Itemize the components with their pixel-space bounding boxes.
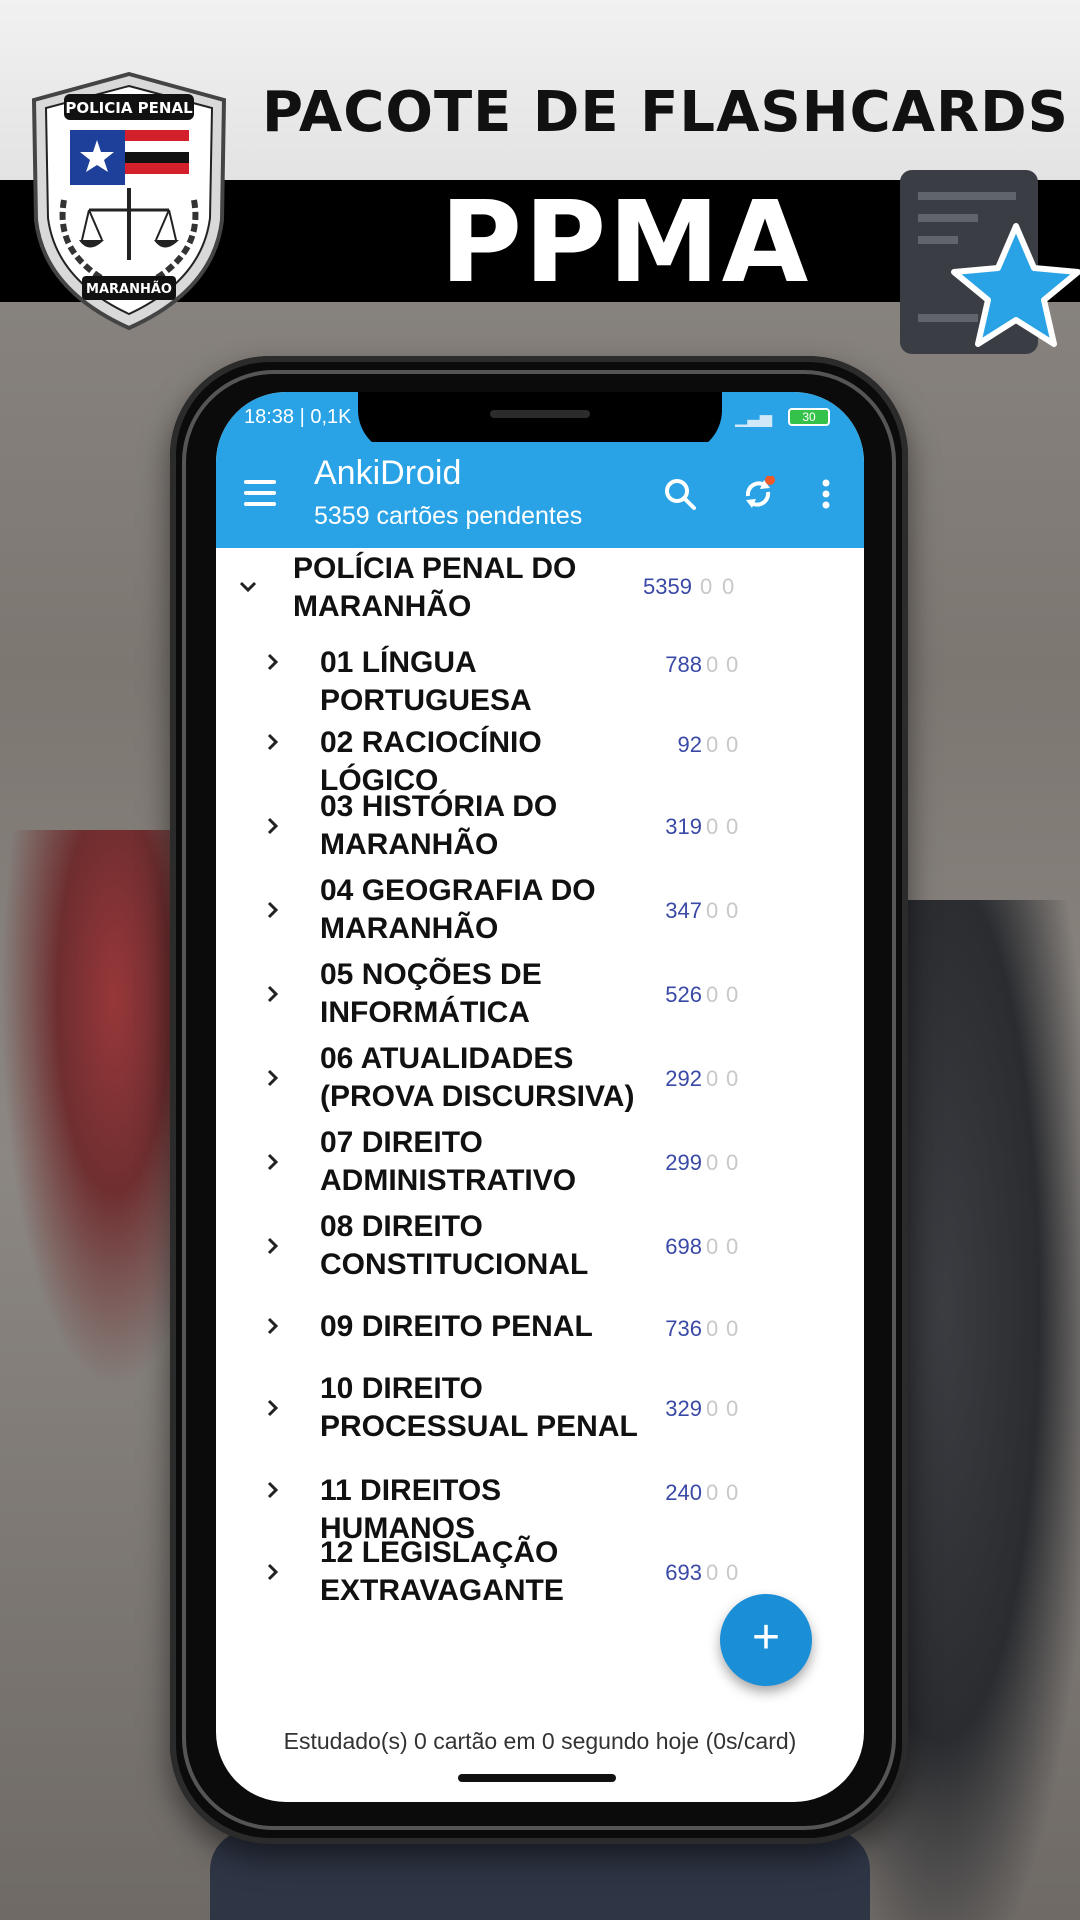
chevron-right-icon[interactable] xyxy=(260,730,284,754)
deck-due-count: 698 xyxy=(665,1234,702,1259)
deck-row[interactable]: 06 ATUALIDADES (PROVA DISCURSIVA) 292 0 … xyxy=(216,1038,864,1118)
search-icon[interactable] xyxy=(658,472,702,516)
deck-name: 01 LÍNGUA PORTUGUESA xyxy=(320,646,532,717)
deck-learn-count: 0 xyxy=(726,732,741,757)
signal-icon: ▁▃▅ xyxy=(735,410,772,427)
deck-name: 06 ATUALIDADES (PROVA DISCURSIVA) xyxy=(320,1042,635,1113)
chevron-down-icon[interactable] xyxy=(236,574,260,598)
deck-due-count: 329 xyxy=(665,1396,702,1421)
deck-name: 03 HISTÓRIA DO MARANHÃO xyxy=(320,790,558,861)
deck-row[interactable]: 04 GEOGRAFIA DO MARANHÃO 347 0 0 xyxy=(216,870,864,950)
deck-learn-count: 0 xyxy=(726,1480,741,1505)
battery-icon: 30 xyxy=(788,408,830,426)
deck-name: POLÍCIA PENAL DO MARANHÃO xyxy=(293,552,577,623)
deck-learn-count: 0 xyxy=(726,898,741,923)
chevron-right-icon[interactable] xyxy=(260,1396,284,1420)
deck-due-count: 92 xyxy=(677,732,702,757)
chevron-right-icon[interactable] xyxy=(260,814,284,838)
studied-today-text: Estudado(s) 0 cartão em 0 segundo hoje (… xyxy=(283,1728,797,1754)
deck-learn-count: 0 xyxy=(726,1150,741,1175)
deck-name: 04 GEOGRAFIA DO MARANHÃO xyxy=(320,874,596,945)
app-subtitle: 5359 cartões pendentes xyxy=(314,502,583,530)
deck-row[interactable]: 01 LÍNGUA PORTUGUESA 788 0 0 xyxy=(216,636,864,717)
deck-due-count: 347 xyxy=(665,898,702,923)
deck-name: 10 DIREITO PROCESSUAL PENAL xyxy=(320,1372,638,1443)
chevron-right-icon[interactable] xyxy=(260,1066,284,1090)
deck-name: 12 LEGISLAÇÃO EXTRAVAGANTE xyxy=(320,1536,564,1607)
deck-row-parent[interactable]: POLÍCIA PENAL DO MARANHÃO 5359 0 0 xyxy=(216,548,864,626)
deck-learn-count: 0 xyxy=(726,814,741,839)
deck-due-count: 292 xyxy=(665,1066,702,1091)
deck-row[interactable]: 03 HISTÓRIA DO MARANHÃO 319 0 0 xyxy=(216,786,864,866)
phone-screen: 18:38 | 0,1K ▁▃▅ 30 AnkiDroid 5359 cartõ… xyxy=(216,392,864,1802)
chevron-right-icon[interactable] xyxy=(260,982,284,1006)
deck-row[interactable]: 10 DIREITO PROCESSUAL PENAL 329 0 0 xyxy=(216,1368,864,1448)
menu-icon[interactable] xyxy=(244,480,276,506)
deck-name: 09 DIREITO PENAL xyxy=(320,1310,593,1343)
background-person-left xyxy=(0,830,190,1390)
chevron-right-icon[interactable] xyxy=(260,898,284,922)
banner-title: PACOTE DE FLASHCARDS xyxy=(262,80,1069,145)
speaker-grille xyxy=(490,410,590,418)
add-fab-button[interactable]: + xyxy=(720,1594,812,1686)
app-title: AnkiDroid xyxy=(314,454,462,492)
deck-learn-count: 0 xyxy=(726,1396,741,1421)
deck-due-count: 526 xyxy=(665,982,702,1007)
app-toolbar: AnkiDroid 5359 cartões pendentes xyxy=(216,442,864,548)
chevron-right-icon[interactable] xyxy=(260,1150,284,1174)
policia-penal-badge-logo: POLICIA PENAL MARANHÃO xyxy=(24,70,234,332)
deck-due-count: 736 xyxy=(665,1316,702,1341)
deck-due-count: 693 xyxy=(665,1560,702,1585)
more-vert-icon[interactable] xyxy=(804,472,848,516)
chevron-right-icon[interactable] xyxy=(260,1560,284,1584)
deck-row[interactable]: 09 DIREITO PENAL 736 0 0 xyxy=(216,1300,864,1360)
badge-bottom-text: MARANHÃO xyxy=(86,281,172,297)
ankidroid-app-icon xyxy=(898,170,1080,370)
deck-name: 05 NOÇÕES DE INFORMÁTICA xyxy=(320,958,542,1029)
deck-due-count: 788 xyxy=(665,652,702,677)
status-time: 18:38 | 0,1K xyxy=(244,406,352,428)
deck-due-count: 319 xyxy=(665,814,702,839)
sync-icon[interactable] xyxy=(736,472,780,516)
gesture-nav-bar[interactable] xyxy=(458,1774,616,1782)
deck-learn-count: 0 xyxy=(726,1066,741,1091)
chevron-right-icon[interactable] xyxy=(260,1234,284,1258)
chevron-right-icon[interactable] xyxy=(260,650,284,674)
deck-due-count: 299 xyxy=(665,1150,702,1175)
deck-learn-count: 0 xyxy=(722,574,737,599)
deck-row[interactable]: 07 DIREITO ADMINISTRATIVO 299 0 0 xyxy=(216,1122,864,1202)
deck-learn-count: 0 xyxy=(726,1316,741,1341)
deck-learn-count: 0 xyxy=(726,1560,741,1585)
deck-learn-count: 0 xyxy=(726,652,741,677)
banner-ppma-title: PPMA xyxy=(440,178,811,308)
deck-learn-count: 0 xyxy=(726,982,741,1007)
deck-name: 07 DIREITO ADMINISTRATIVO xyxy=(320,1126,577,1197)
deck-name: 08 DIREITO CONSTITUCIONAL xyxy=(320,1210,589,1281)
deck-learn-count: 0 xyxy=(726,1234,741,1259)
deck-row[interactable]: 02 RACIOCÍNIO LÓGICO 92 0 0 xyxy=(216,716,864,797)
chevron-right-icon[interactable] xyxy=(260,1478,284,1502)
deck-row[interactable]: 05 NOÇÕES DE INFORMÁTICA 526 0 0 xyxy=(216,954,864,1034)
deck-row[interactable]: 11 DIREITOS HUMANOS 240 0 0 xyxy=(216,1464,864,1545)
badge-top-text: POLICIA PENAL xyxy=(65,99,193,117)
chevron-right-icon[interactable] xyxy=(260,1314,284,1338)
deck-due-count: 240 xyxy=(665,1480,702,1505)
deck-row[interactable]: 08 DIREITO CONSTITUCIONAL 698 0 0 xyxy=(216,1206,864,1286)
deck-due-count: 5359 xyxy=(643,574,692,599)
